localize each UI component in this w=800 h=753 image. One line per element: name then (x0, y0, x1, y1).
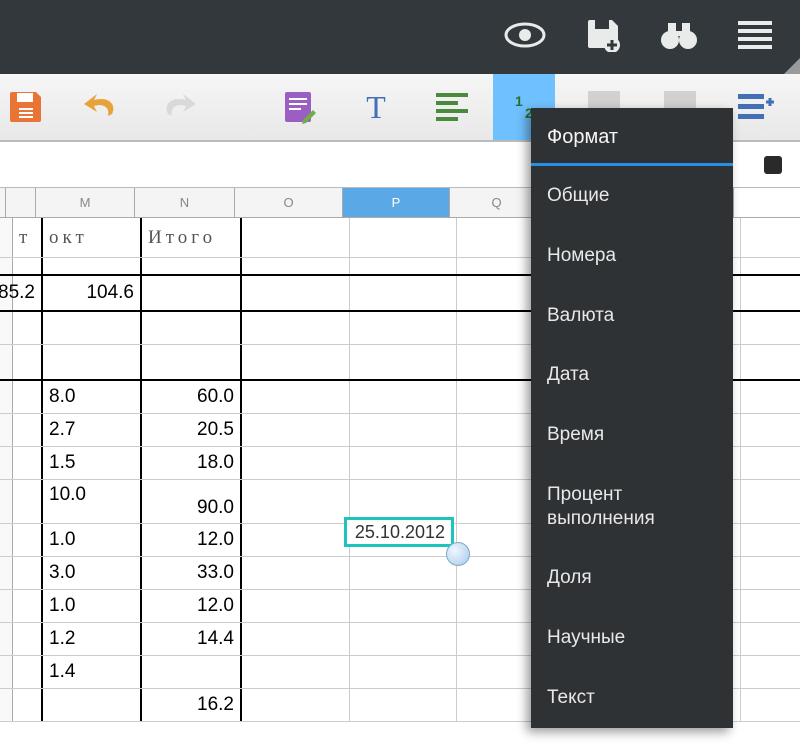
save-plus-icon[interactable] (586, 18, 620, 57)
app-topbar (0, 0, 800, 74)
binoculars-icon[interactable] (660, 20, 698, 55)
menu-item-date[interactable]: Дата (531, 345, 733, 405)
menu-item-general[interactable]: Общие (531, 166, 733, 226)
undo-icon[interactable] (82, 87, 122, 127)
col-header-L[interactable] (6, 188, 36, 217)
col-header-P[interactable]: P (343, 188, 450, 217)
col-header-M[interactable]: M (36, 188, 135, 217)
menu-item-time[interactable]: Время (531, 405, 733, 465)
svg-text:1: 1 (515, 93, 523, 109)
note-edit-icon[interactable] (280, 87, 320, 127)
col-header-Q[interactable]: Q (450, 188, 544, 217)
resize-corner[interactable] (784, 58, 800, 74)
col-header-O[interactable]: O (235, 188, 343, 217)
menu-item-fraction[interactable]: Доля (531, 548, 733, 608)
eye-icon[interactable] (504, 21, 546, 54)
active-cell-value: 25.10.2012 (355, 522, 445, 543)
menu-item-scientific[interactable]: Научные (531, 608, 733, 668)
text-icon[interactable]: T (356, 87, 396, 127)
align-icon[interactable] (432, 87, 472, 127)
menu-item-text[interactable]: Текст (531, 668, 733, 728)
menu-item-percent[interactable]: Процент выполнения (531, 465, 733, 549)
menu-item-numbers[interactable]: Номера (531, 226, 733, 286)
col-header-N[interactable]: N (135, 188, 235, 217)
svg-text:T: T (366, 90, 386, 124)
format-menu-title: Формат (531, 108, 733, 166)
dropdown-button[interactable] (764, 156, 782, 174)
format-menu: Формат Общие Номера Валюта Дата Время Пр… (531, 108, 733, 728)
hamburger-icon[interactable] (738, 21, 772, 54)
save-icon[interactable] (6, 87, 46, 127)
active-cell[interactable]: 25.10.2012 (344, 517, 454, 547)
selection-handle[interactable] (446, 542, 470, 566)
insert-icon[interactable] (736, 87, 776, 127)
redo-icon[interactable] (158, 87, 198, 127)
menu-item-currency[interactable]: Валюта (531, 286, 733, 346)
